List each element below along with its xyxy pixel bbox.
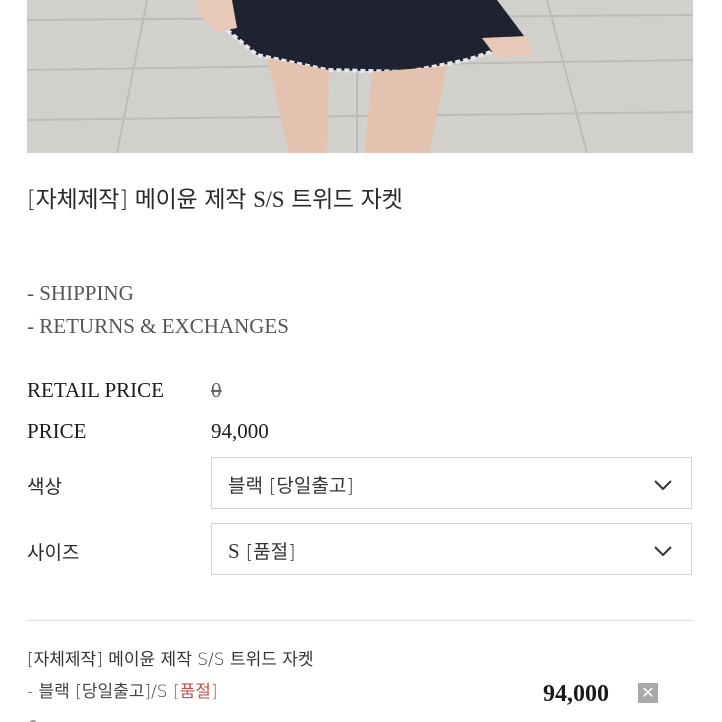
product-photo-illustration — [27, 0, 693, 153]
remove-item-button[interactable]: ✕ — [638, 683, 658, 703]
size-select-value: S [품절] — [228, 537, 296, 564]
shipping-link[interactable]: - SHIPPING — [27, 281, 289, 314]
color-select-value: 블랙 [당일출고] — [228, 475, 354, 497]
price-value: 94,000 — [211, 419, 269, 443]
selected-item-option-text: - 블랙 [당일출고]/S — [27, 682, 173, 702]
product-photo — [27, 0, 693, 153]
product-title: [자체제작] 메이윤 제작 S/S 트위드 자켓 — [27, 180, 403, 214]
divider — [27, 620, 693, 621]
retail-price-value: 0 — [211, 378, 222, 402]
size-select-value-rest: [품절] — [239, 541, 296, 563]
size-option-label: 사이즈 — [27, 542, 80, 564]
color-select[interactable]: 블랙 [당일출고] — [211, 457, 692, 509]
returns-exchanges-link[interactable]: - RETURNS & EXCHANGES — [27, 314, 289, 347]
product-title-prefix: [자체제작] 메이윤 제작 — [27, 187, 254, 213]
cut-off-content — [27, 712, 87, 722]
chevron-down-icon — [653, 541, 673, 563]
size-select-value-latin: S — [228, 539, 240, 563]
selected-item-option: - 블랙 [당일출고]/S [품절] — [27, 677, 218, 702]
selected-item-name: [자체제작] 메이윤 제작 S/S 트위드 자켓 — [27, 650, 314, 670]
retail-price-label: RETAIL PRICE — [27, 378, 164, 402]
price-label: PRICE — [27, 419, 87, 443]
selected-item-price: 94,000 — [543, 681, 609, 707]
info-links: - SHIPPING - RETURNS & EXCHANGES — [27, 281, 289, 347]
soldout-badge: [품절] — [172, 682, 218, 702]
size-select[interactable]: S [품절] — [211, 523, 692, 575]
chevron-down-icon — [653, 475, 673, 497]
product-title-suffix: 트위드 자켓 — [284, 187, 403, 213]
product-title-latin: S/S — [253, 187, 285, 212]
color-option-label: 색상 — [27, 476, 62, 498]
